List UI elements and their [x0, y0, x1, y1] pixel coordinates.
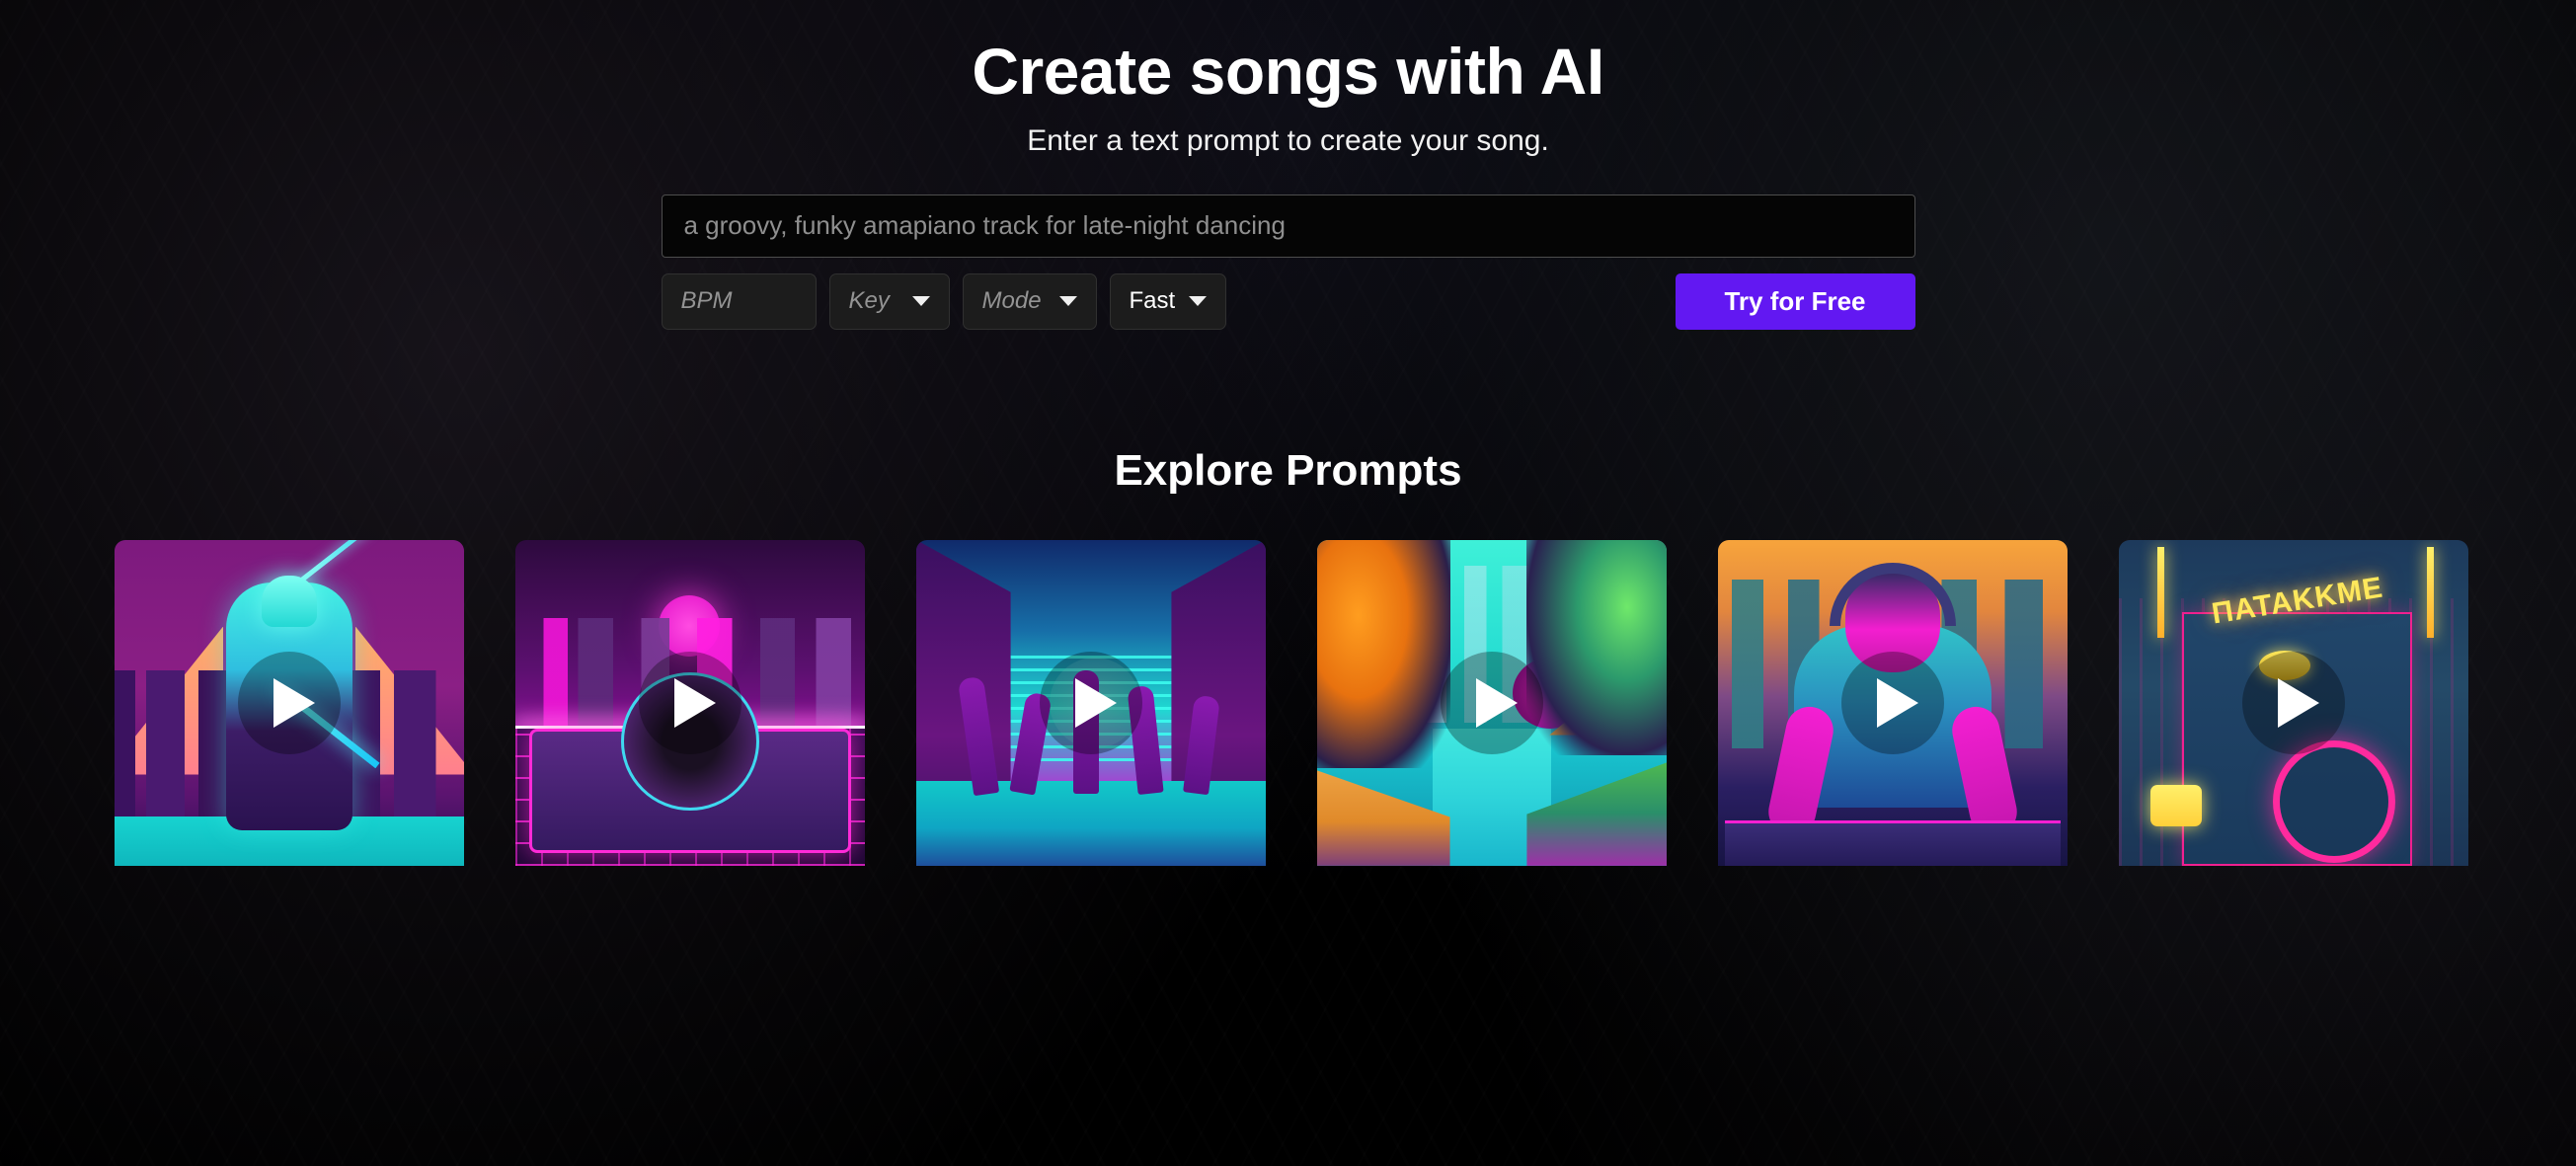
prompt-card-neon-sign-drums[interactable]: ΠATAKKME — [2119, 539, 2468, 866]
play-button[interactable] — [639, 651, 742, 754]
neon-tube-left — [2156, 546, 2164, 638]
play-icon — [673, 677, 716, 728]
bpm-placeholder-label: BPM — [680, 287, 733, 315]
play-icon — [1074, 677, 1117, 728]
page-title: Create songs with AI — [972, 35, 1604, 108]
play-button[interactable] — [1841, 651, 1944, 754]
dj-mixer-console — [1725, 819, 2061, 866]
back-blade — [297, 539, 376, 583]
amplifier — [2149, 785, 2202, 827]
headphones-icon — [1830, 563, 1956, 626]
canal-bank-left — [1317, 770, 1450, 866]
bass-drum — [2272, 739, 2395, 863]
chevron-down-icon — [1058, 296, 1077, 307]
play-button[interactable] — [2242, 651, 2345, 754]
controls-row: BPM Key Mode Fast Try for Free — [661, 272, 1915, 330]
explore-prompts-section: Explore Prompts ΠATAKKME — [0, 446, 2576, 866]
prompt-form: BPM Key Mode Fast Try for Free — [661, 194, 1915, 330]
samurai-helmet — [262, 576, 317, 628]
chevron-down-icon — [1188, 296, 1207, 307]
prompt-cards-row: ΠATAKKME — [0, 539, 2576, 866]
neon-tube-right — [2426, 546, 2434, 638]
play-icon — [273, 677, 315, 728]
play-button[interactable] — [1441, 651, 1543, 754]
mode-label: Mode — [981, 287, 1042, 315]
hero-section: Create songs with AI Enter a text prompt… — [0, 0, 2576, 158]
explore-prompts-title: Explore Prompts — [1114, 445, 1462, 495]
prompt-card-neon-dancers[interactable] — [916, 539, 1266, 866]
mode-select[interactable]: Mode — [962, 272, 1097, 330]
page-subtitle: Enter a text prompt to create your song. — [1027, 123, 1549, 157]
bpm-input[interactable]: BPM — [661, 272, 817, 330]
try-for-free-button[interactable]: Try for Free — [1675, 272, 1915, 330]
speed-select[interactable]: Fast — [1109, 272, 1226, 330]
play-icon — [2277, 677, 2319, 728]
prompt-card-tropical-canal[interactable] — [1317, 539, 1667, 866]
prompt-card-dj-mixer[interactable] — [1718, 539, 2068, 866]
speed-value: Fast — [1129, 287, 1176, 315]
play-icon — [1475, 677, 1518, 728]
play-button[interactable] — [1040, 651, 1142, 754]
prompt-input[interactable] — [661, 194, 1915, 258]
chevron-down-icon — [911, 296, 930, 307]
key-label: Key — [848, 287, 890, 315]
key-select[interactable]: Key — [828, 272, 950, 330]
prompt-card-synthwave-turntable[interactable] — [515, 539, 865, 866]
palm-tree-left — [1317, 539, 1450, 768]
play-icon — [1876, 677, 1918, 728]
prompt-card-neon-samurai[interactable] — [115, 539, 464, 866]
palm-tree-right — [1526, 539, 1667, 755]
play-button[interactable] — [238, 651, 341, 754]
